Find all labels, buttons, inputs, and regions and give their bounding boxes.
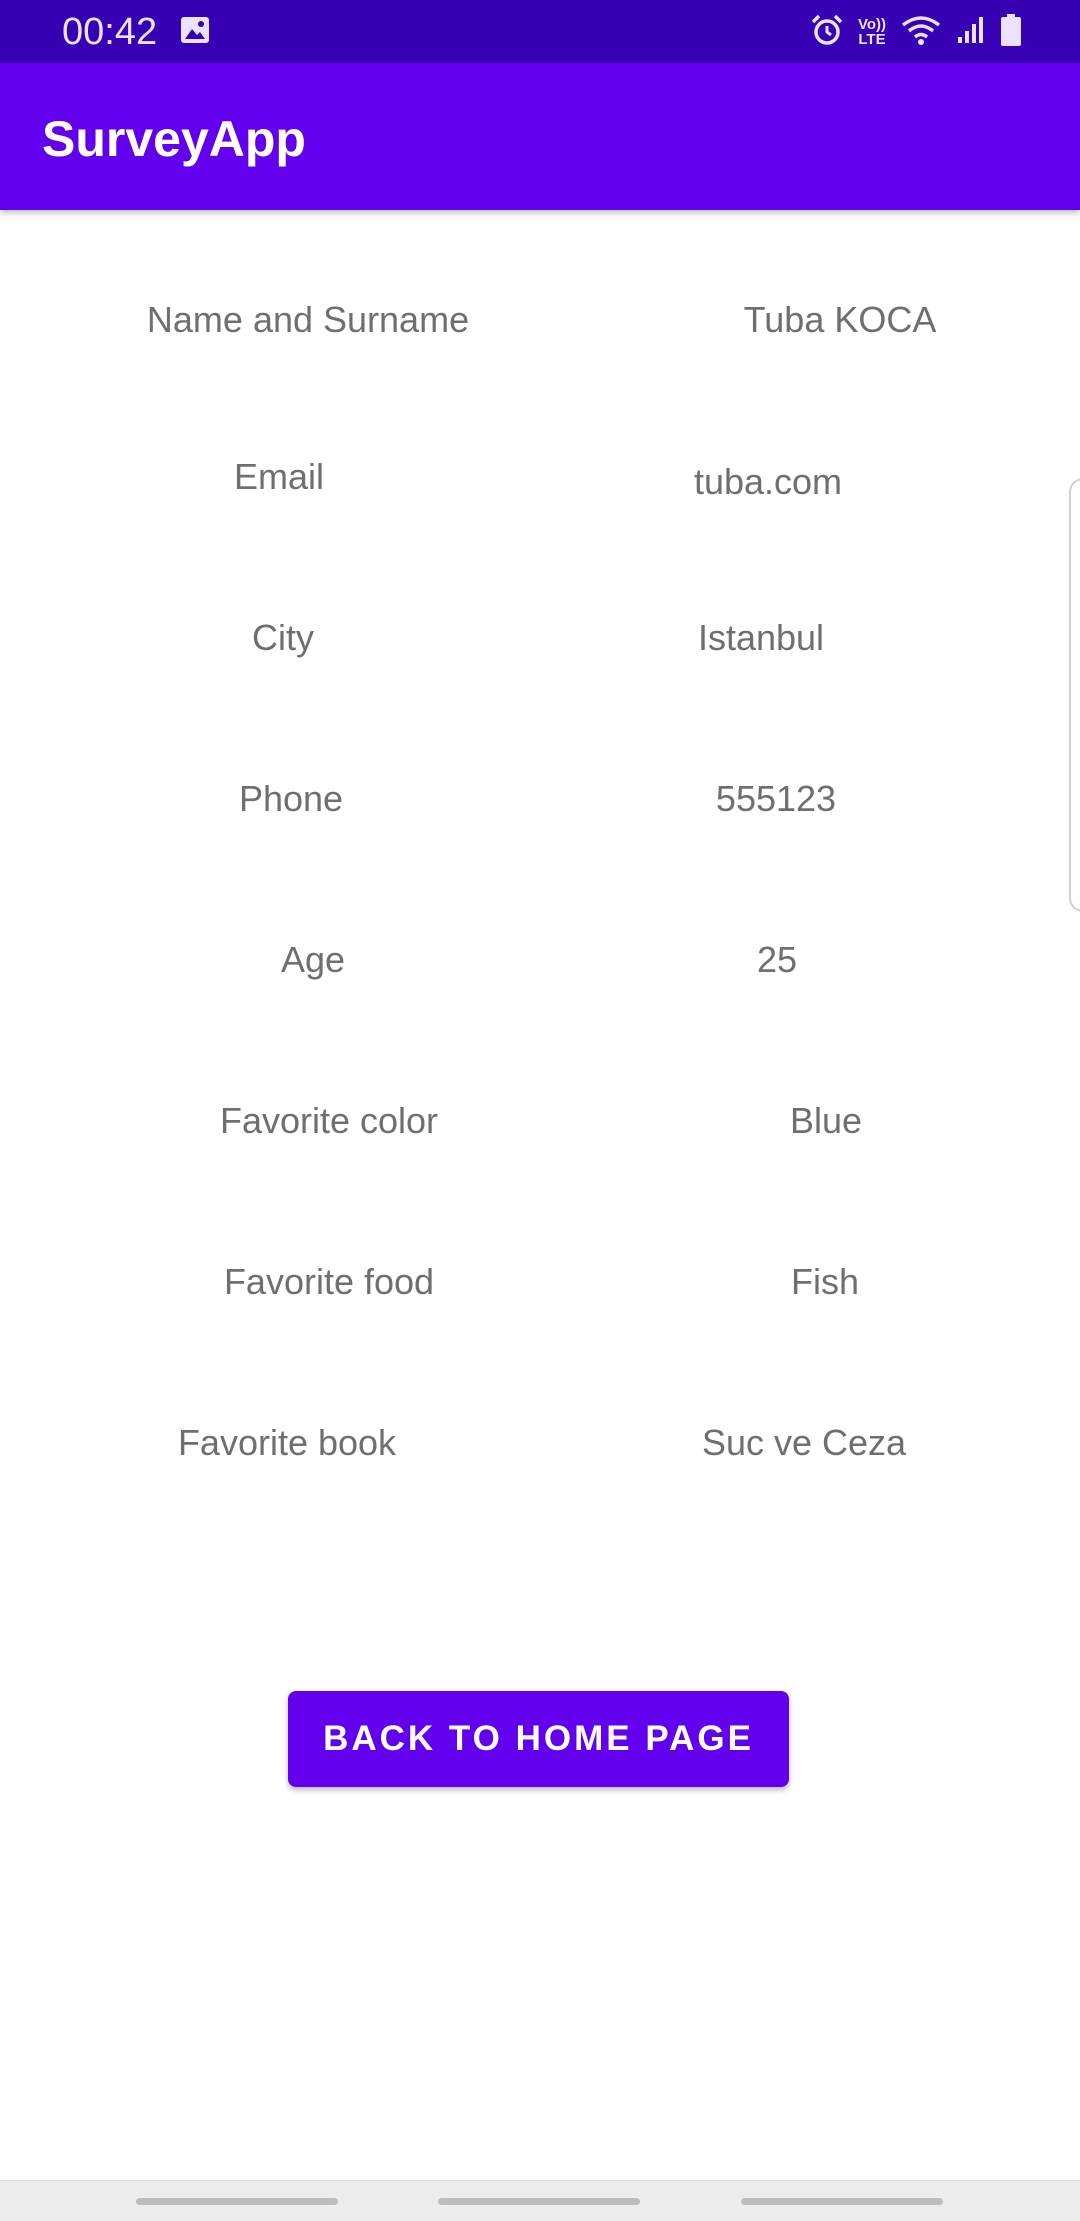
signal-icon (956, 15, 986, 50)
label-favorite-food: Favorite food (223, 1261, 435, 1302)
status-bar: 00:42 Vo)) LTE (0, 0, 1080, 63)
label-email: Email (233, 456, 325, 497)
battery-icon (1000, 13, 1022, 52)
volte-label-bottom: LTE (858, 31, 886, 48)
nav-back-handle[interactable] (741, 2198, 943, 2205)
edge-panel-handle[interactable] (1069, 478, 1080, 912)
value-name-surname: Tuba KOCA (743, 299, 937, 340)
label-phone: Phone (238, 778, 344, 819)
label-favorite-color: Favorite color (219, 1100, 439, 1141)
label-favorite-book: Favorite book (177, 1422, 397, 1463)
value-city: Istanbul (697, 617, 825, 658)
value-age: 25 (756, 939, 798, 980)
status-icons: Vo)) LTE (810, 10, 1022, 54)
label-city: City (252, 617, 314, 658)
gallery-icon (180, 16, 210, 44)
value-favorite-book: Suc ve Ceza (701, 1422, 907, 1463)
volte-icon: Vo)) LTE (858, 17, 886, 47)
app-title: SurveyApp (42, 111, 306, 167)
wifi-icon (900, 13, 942, 52)
value-email: tuba.com (693, 461, 843, 502)
navigation-bar (0, 2180, 1080, 2221)
nav-home-handle[interactable] (438, 2198, 640, 2205)
label-name-surname: Name and Surname (146, 299, 470, 340)
value-phone: 555123 (715, 778, 837, 819)
status-time: 00:42 (62, 11, 158, 53)
app-bar: SurveyApp (0, 63, 1080, 210)
nav-recents-handle[interactable] (136, 2198, 338, 2205)
label-age: Age (280, 939, 346, 980)
back-to-home-button[interactable]: BACK TO HOME PAGE (288, 1691, 789, 1787)
volte-label-top: Vo)) (857, 16, 886, 33)
value-favorite-color: Blue (789, 1100, 863, 1141)
value-favorite-food: Fish (790, 1261, 860, 1302)
alarm-icon (810, 13, 844, 52)
